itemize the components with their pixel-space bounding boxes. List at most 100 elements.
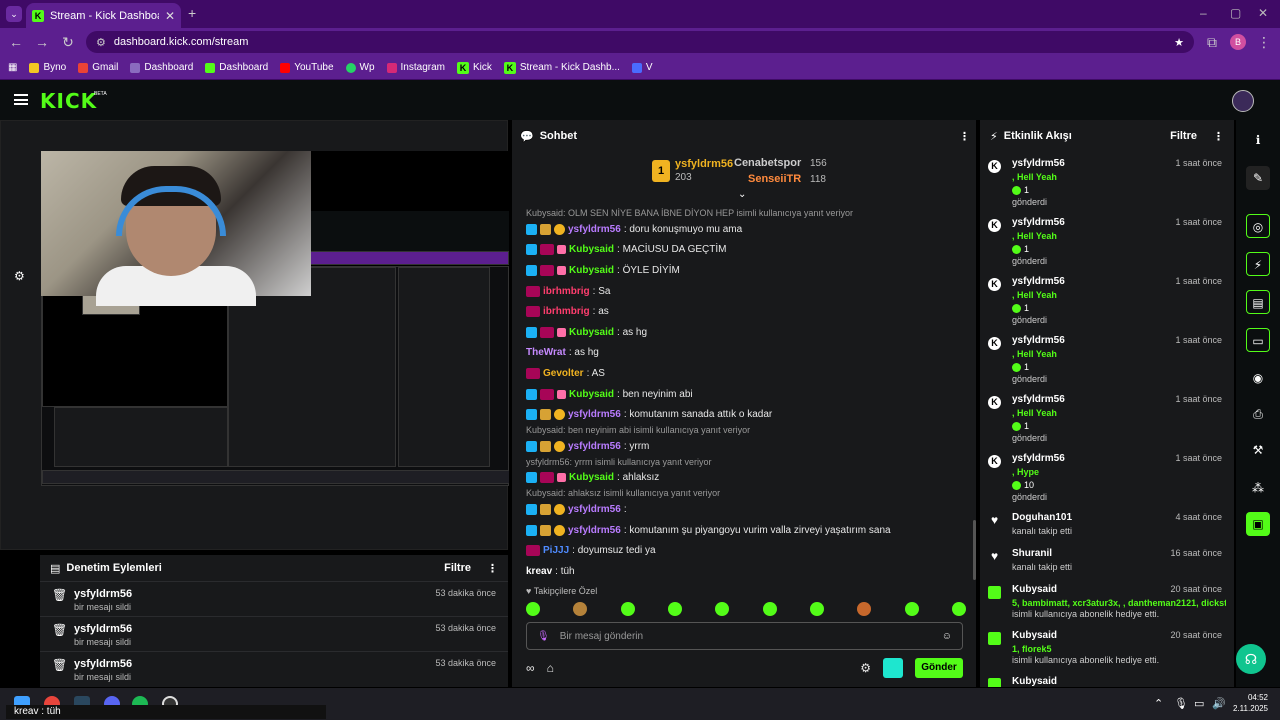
add-widget-icon[interactable]: ▣ <box>1246 512 1270 536</box>
chat-username[interactable]: Kubysaid <box>569 389 614 400</box>
chat-message[interactable]: Kubysaid: ben neyinim abi <box>526 384 966 405</box>
chat-username[interactable]: ibrhmbrig <box>543 306 590 317</box>
browser-tab[interactable]: K Stream - Kick Dashboard ✕ <box>26 3 181 28</box>
hamburger-menu-icon[interactable] <box>14 94 28 105</box>
moderation-filter-button[interactable]: Filtre <box>444 562 471 574</box>
back-icon[interactable]: ← <box>8 34 24 50</box>
kick-bot-icon[interactable] <box>883 658 903 678</box>
chat-username[interactable]: PiJJJ <box>543 545 569 556</box>
chat-message[interactable]: ysfyldrm56: yrrm <box>526 436 966 457</box>
store-icon[interactable]: ⌂ <box>547 661 554 675</box>
minimize-icon[interactable]: – <box>1200 6 1207 20</box>
tab-search-icon[interactable]: ⌄ <box>6 6 22 22</box>
emote-icon[interactable] <box>573 602 588 616</box>
apps-grid-icon[interactable]: ▦ <box>8 62 17 73</box>
people-icon[interactable]: ⁂ <box>1246 476 1270 500</box>
chat-username[interactable]: ysfyldrm56 <box>568 504 621 515</box>
moderation-more-icon[interactable]: ⋮ <box>487 562 498 575</box>
chat-username[interactable]: Kubysaid <box>569 472 614 483</box>
bookmark-youtube[interactable]: YouTube <box>280 62 334 73</box>
microphone-icon[interactable]: 🎙 <box>537 631 550 642</box>
chat-username[interactable]: Gevolter <box>543 368 584 379</box>
activity-user[interactable]: ysfyldrm56 <box>1012 394 1065 405</box>
reply-context[interactable]: ysfyldrm56: yrrm isimli kullanıcıya yanı… <box>526 457 966 468</box>
chat-message[interactable]: ysfyldrm56: komutanım sanada attık o kad… <box>526 404 966 425</box>
activity-user[interactable]: Kubysaid <box>1012 630 1057 641</box>
notes-icon[interactable]: ▤ <box>1246 290 1270 314</box>
chat-message[interactable]: ysfyldrm56: komutanım şu piyangoyu vurim… <box>526 520 966 541</box>
chat-username[interactable]: Kubysaid <box>569 265 614 276</box>
volume-icon[interactable]: 🔊 <box>1212 697 1226 710</box>
emote-icon[interactable] <box>715 602 730 616</box>
chat-scrollbar[interactable] <box>973 520 976 580</box>
chat-username[interactable]: Kubysaid <box>569 327 614 338</box>
chat-rail-icon[interactable]: ▭ <box>1246 328 1270 352</box>
bookmark-stream-dashboard[interactable]: K Stream - Kick Dashb... <box>503 61 620 74</box>
camera-focus-icon[interactable]: ◎ <box>1246 214 1270 238</box>
extensions-icon[interactable]: ⧉ <box>1204 34 1220 51</box>
reply-context[interactable]: Kubysaid: ahlaksız isimli kullanıcıya ya… <box>526 488 966 499</box>
bookmark-wp[interactable]: Wp <box>345 62 375 73</box>
chat-username[interactable]: ibrhmbrig <box>543 286 590 297</box>
activity-user[interactable]: Kubysaid <box>1012 676 1057 687</box>
clock[interactable]: 04:52 2.11.2025 <box>1233 692 1268 714</box>
bookmark-v[interactable]: V <box>631 62 653 73</box>
activity-user[interactable]: Shuranil <box>1012 548 1052 559</box>
site-info-icon[interactable]: ⚙ <box>96 36 106 49</box>
send-button[interactable]: Gönder <box>915 658 963 678</box>
chat-message[interactable]: ysfyldrm56: doru konuşmuyo mu ama <box>526 219 966 240</box>
activity-user[interactable]: ysfyldrm56 <box>1012 217 1065 228</box>
broadcast-icon[interactable]: ◉ <box>1246 366 1270 390</box>
emote-icon[interactable] <box>951 602 966 616</box>
close-icon[interactable]: ✕ <box>165 9 175 23</box>
wrench-icon[interactable]: ⚒ <box>1246 438 1270 462</box>
chat-message[interactable]: Kubysaid: ahlaksız <box>526 468 966 489</box>
new-tab-icon[interactable]: + <box>188 5 196 21</box>
emote-icon[interactable] <box>762 602 777 616</box>
emote-icon[interactable] <box>526 602 540 616</box>
activity-user[interactable]: ysfyldrm56 <box>1012 158 1065 169</box>
bookmark-dashboard-2[interactable]: Dashboard <box>205 62 268 73</box>
info-icon[interactable]: ℹ <box>1246 128 1270 152</box>
user-avatar[interactable] <box>1232 90 1254 112</box>
activity-filter-button[interactable]: Filtre <box>1170 130 1197 142</box>
printer-icon[interactable]: ⎙ <box>1246 402 1270 426</box>
chat-message[interactable]: ibrhmbrig: Sa <box>526 281 966 302</box>
chat-message[interactable]: kreav: tüh <box>526 561 966 580</box>
chat-settings-gear-icon[interactable]: ⚙ <box>860 661 871 675</box>
chat-message[interactable]: Kubysaid: ÖYLE DİYİM <box>526 260 966 281</box>
chat-message[interactable]: Kubysaid: as hg <box>526 322 966 343</box>
leaderboard-second-name[interactable]: Cenabetspor <box>734 157 801 169</box>
lightning-rail-icon[interactable]: ⚡ <box>1246 252 1270 276</box>
activity-more-icon[interactable]: ⋮ <box>1213 130 1224 143</box>
bookmark-gmail[interactable]: Gmail <box>78 62 118 73</box>
reply-context[interactable]: Kubysaid: ben neyinim abi isimli kullanı… <box>526 425 966 436</box>
browser-menu-icon[interactable]: ⋮ <box>1256 34 1272 51</box>
chat-message[interactable]: Kubysaid: MACİUSU DA GEÇTİM <box>526 240 966 261</box>
activity-user[interactable]: Kubysaid <box>1012 584 1057 595</box>
chat-username[interactable]: TheWrat <box>526 347 566 358</box>
bookmark-byno[interactable]: Byno <box>29 62 66 73</box>
chat-message[interactable]: PiJJJ: doyumsuz tedi ya <box>526 540 966 561</box>
emote-icon[interactable] <box>667 602 682 616</box>
chat-username[interactable]: ysfyldrm56 <box>568 441 621 452</box>
emote-icon[interactable] <box>904 602 919 616</box>
moderation-user[interactable]: ysfyldrm56 <box>74 623 425 635</box>
moderation-user[interactable]: ysfyldrm56 <box>74 588 425 600</box>
url-bar[interactable]: ⚙ dashboard.kick.com/stream ★ <box>86 31 1194 53</box>
chat-username[interactable]: ysfyldrm56 <box>568 525 621 536</box>
network-icon[interactable]: ▭ <box>1194 697 1204 710</box>
help-chat-icon[interactable]: ☊ <box>1236 644 1266 674</box>
activity-user[interactable]: ysfyldrm56 <box>1012 453 1065 464</box>
emoji-picker-icon[interactable]: ☺ <box>942 631 952 642</box>
reload-icon[interactable]: ↻ <box>60 34 76 51</box>
leaderboard-first-name[interactable]: ysfyldrm56 <box>675 158 733 170</box>
bookmark-star-icon[interactable]: ★ <box>1174 36 1184 49</box>
window-close-icon[interactable]: ✕ <box>1258 6 1268 20</box>
stream-video-preview[interactable] <box>41 151 509 486</box>
chat-input[interactable]: 🎙 Bir mesaj gönderin ☺ <box>526 622 963 650</box>
bookmark-kick[interactable]: K Kick <box>456 61 492 74</box>
collapse-pinned-icon[interactable]: ⌄ <box>738 189 746 200</box>
emote-icon[interactable] <box>809 602 824 616</box>
leaderboard-third-name[interactable]: SenseiiTR <box>748 173 801 185</box>
